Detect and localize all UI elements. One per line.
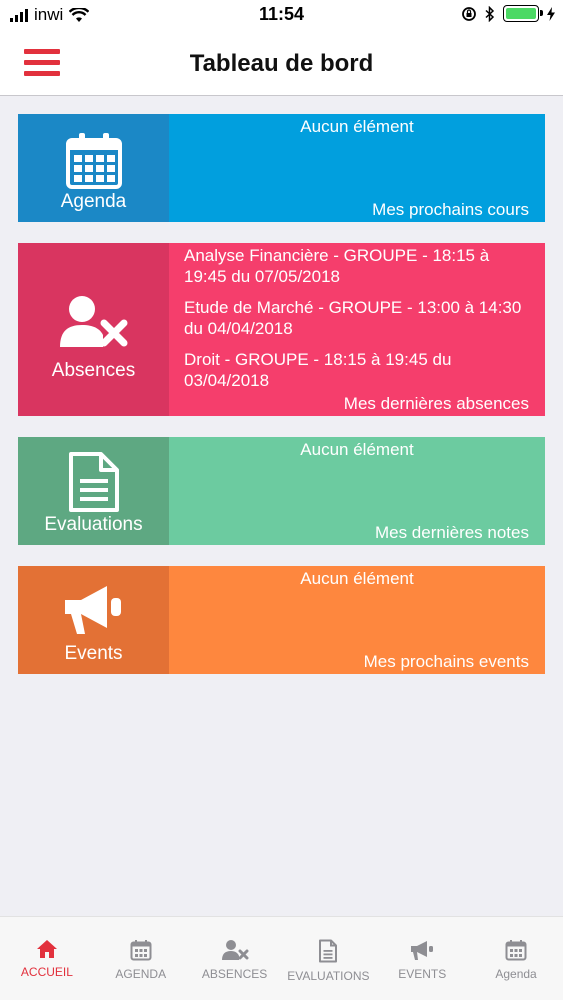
agenda-card-footer[interactable]: Mes prochains cours (372, 200, 529, 220)
events-card[interactable]: Events Aucun élément Mes prochains event… (18, 566, 545, 674)
battery-icon (503, 5, 543, 22)
tab-label: ABSENCES (201, 967, 268, 981)
calendar-icon (130, 940, 152, 961)
megaphone-icon (411, 941, 434, 960)
events-card-footer[interactable]: Mes prochains events (364, 652, 529, 672)
tab-label: EVENTS (398, 967, 447, 981)
tab-absences[interactable]: ABSENCES (188, 917, 282, 1000)
calendar-icon (18, 132, 169, 190)
evaluations-card[interactable]: Evaluations Aucun élément Mes dernières … (18, 437, 545, 545)
status-bar: inwi 11:54 (0, 0, 563, 30)
evaluations-card-content: Aucun élément Mes dernières notes (169, 437, 545, 545)
megaphone-icon (18, 582, 169, 638)
absences-card-content: Analyse Financière - GROUPE - 18:15 à 19… (169, 243, 545, 416)
tab-accueil[interactable]: ACCUEIL (0, 917, 94, 1000)
tab-label: AGENDA (115, 967, 167, 981)
evaluations-card-footer[interactable]: Mes dernières notes (375, 523, 529, 543)
bottom-tab-bar: ACCUEIL AGENDA ABSENCES EVALUATIONS EVEN… (0, 916, 563, 1000)
agenda-empty-text: Aucun élément (300, 117, 414, 136)
absences-list: Analyse Financière - GROUPE - 18:15 à 19… (184, 245, 533, 401)
absence-list-item[interactable]: Analyse Financière - GROUPE - 18:15 à 19… (184, 245, 533, 287)
agenda-card-label: Agenda (60, 191, 127, 212)
agenda-card-content: Aucun élément Mes prochains cours (169, 114, 545, 222)
tab-events[interactable]: EVENTS (375, 917, 469, 1000)
events-card-label: Events (64, 643, 123, 664)
agenda-card-icon-panel: Agenda (18, 114, 169, 222)
absences-card-label: Absences (51, 360, 136, 381)
tab-evaluations[interactable]: EVALUATIONS (281, 917, 375, 1000)
events-card-content: Aucun élément Mes prochains events (169, 566, 545, 674)
events-card-icon-panel: Events (18, 566, 169, 674)
calendar-icon (505, 940, 527, 961)
tab-label: EVALUATIONS (287, 969, 370, 983)
app-header: Tableau de bord (0, 30, 563, 96)
home-icon (36, 940, 57, 958)
tab-agenda[interactable]: AGENDA (94, 917, 188, 1000)
user-x-icon (221, 940, 249, 960)
document-icon (18, 451, 169, 513)
absences-card-footer[interactable]: Mes dernières absences (344, 394, 529, 414)
tab-label: Agenda (495, 967, 537, 981)
charging-icon (547, 6, 555, 21)
absence-list-item[interactable]: Droit - GROUPE - 18:15 à 19:45 du 03/04/… (184, 349, 533, 391)
page-title: Tableau de bord (189, 50, 374, 77)
absence-list-item[interactable]: Etude de Marché - GROUPE - 13:00 à 14:30… (184, 297, 533, 339)
orientation-lock-icon (462, 6, 476, 21)
evaluations-card-label: Evaluations (44, 514, 143, 535)
tab-label: ACCUEIL (20, 965, 73, 979)
agenda-card[interactable]: Agenda Aucun élément Mes prochains cours (18, 114, 545, 222)
bluetooth-icon (485, 5, 495, 22)
evaluations-card-icon-panel: Evaluations (18, 437, 169, 545)
absences-card-icon-panel: Absences (18, 243, 169, 416)
status-right (461, 5, 555, 22)
absences-card[interactable]: Absences Analyse Financière - GROUPE - 1… (18, 243, 545, 416)
document-icon (319, 939, 338, 963)
evaluations-empty-text: Aucun élément (300, 440, 414, 459)
tab-agenda-secondary[interactable]: Agenda (469, 917, 563, 1000)
events-empty-text: Aucun élément (300, 569, 414, 588)
user-x-icon (18, 293, 169, 349)
